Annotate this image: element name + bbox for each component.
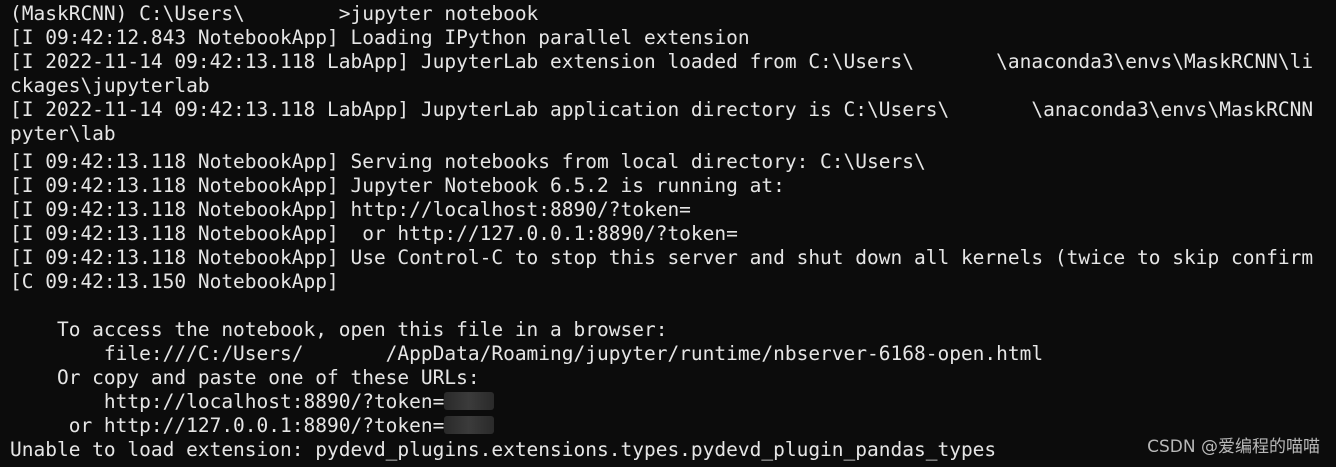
terminal-line: To access the notebook, open this file i… [10, 318, 668, 341]
loopback-url: or http://127.0.0.1:8890/?token= [10, 414, 445, 437]
terminal-line: pyter\lab [10, 122, 116, 145]
redacted-token [444, 392, 495, 410]
terminal-line: or http://127.0.0.1:8890/?token= [10, 414, 495, 438]
terminal-line: file:///C:/Users/ /AppData/Roaming/jupyt… [10, 342, 1044, 365]
terminal-line: ckages\jupyterlab [10, 74, 210, 97]
redacted-token [444, 416, 495, 434]
terminal-line: Unable to load extension: pydevd_plugins… [10, 438, 997, 461]
terminal-line: [C 09:42:13.150 NotebookApp] [10, 270, 339, 293]
terminal-line: [I 09:42:13.118 NotebookApp] Jupyter Not… [10, 174, 785, 197]
terminal-line: Or copy and paste one of these URLs: [10, 366, 480, 389]
terminal-line: http://localhost:8890/?token= [10, 390, 495, 414]
terminal-line: [I 2022-11-14 09:42:13.118 LabApp] Jupyt… [10, 98, 1314, 121]
terminal-line: [I 09:42:13.118 NotebookApp] http://loca… [10, 198, 691, 221]
terminal-line: [I 09:42:13.118 NotebookApp] or http://1… [10, 222, 738, 245]
terminal-line: [I 09:42:13.118 NotebookApp] Use Control… [10, 246, 1314, 269]
terminal-window[interactable]: (MaskRCNN) C:\Users\ >jupyter notebook [… [0, 0, 1336, 467]
terminal-line: [I 09:42:13.118 NotebookApp] Serving not… [10, 150, 926, 173]
localhost-url: http://localhost:8890/?token= [10, 390, 445, 413]
csdn-watermark: CSDN @爱编程的喵喵 [1147, 437, 1320, 457]
terminal-line: [I 2022-11-14 09:42:13.118 LabApp] Jupyt… [10, 50, 1314, 73]
terminal-line: (MaskRCNN) C:\Users\ >jupyter notebook [10, 2, 539, 25]
terminal-line: [I 09:42:12.843 NotebookApp] Loading IPy… [10, 26, 750, 49]
